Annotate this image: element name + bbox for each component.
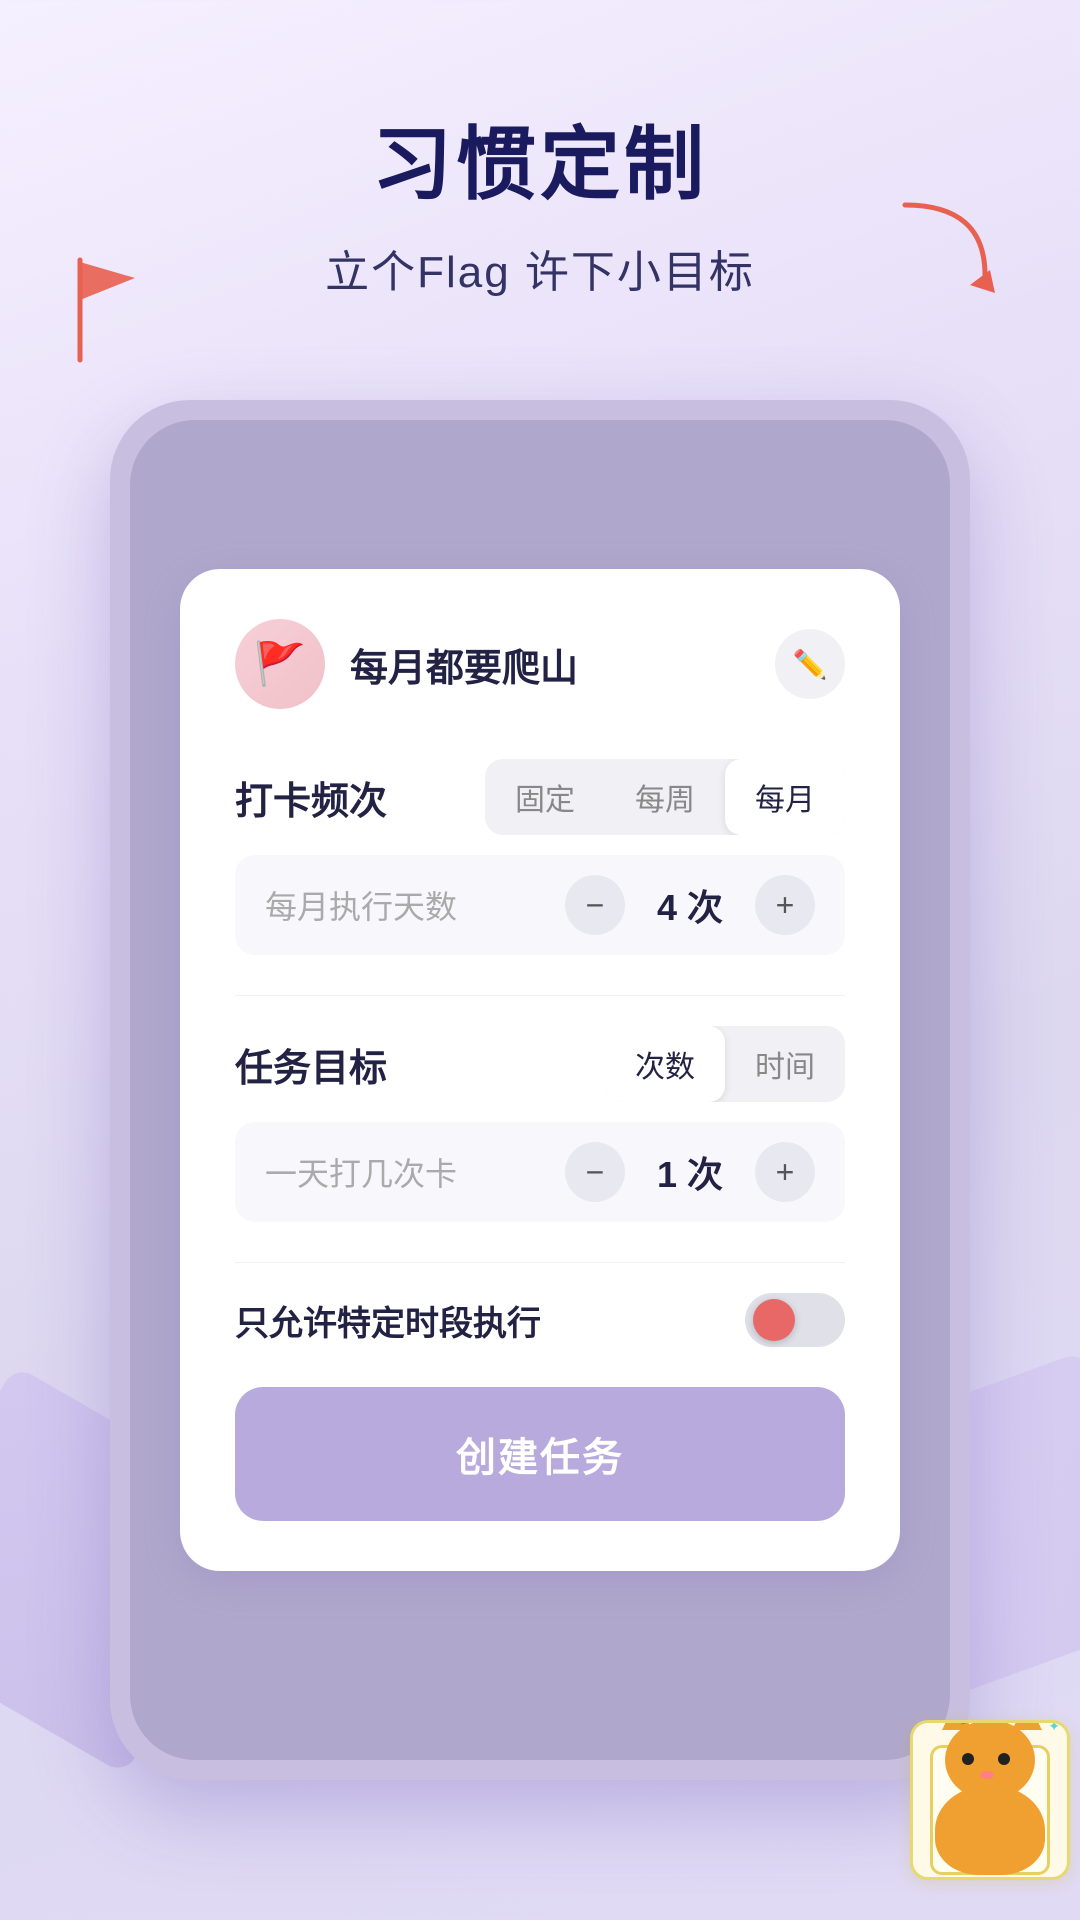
monthly-days-controls: − 4 次 + (565, 875, 815, 935)
time-limit-row: 只允许特定时段执行 (235, 1293, 845, 1347)
create-task-button[interactable]: 创建任务 (235, 1387, 845, 1521)
monthly-days-plus[interactable]: + (755, 875, 815, 935)
daily-count-minus[interactable]: − (565, 1142, 625, 1202)
task-goal-count[interactable]: 次数 (605, 1026, 725, 1102)
toggle-knob (753, 1299, 795, 1341)
frequency-label: 打卡频次 (235, 770, 387, 825)
deco-arrow (885, 185, 1015, 320)
monthly-days-row: 每月执行天数 − 4 次 + (235, 855, 845, 955)
phone-inner: 🚩 每月都要爬山 ✏️ 打卡频次 固定 每周 每月 (130, 420, 950, 1760)
frequency-options: 固定 每周 每月 (485, 759, 845, 835)
daily-count-value: 1 次 (650, 1146, 730, 1198)
task-goal-options: 次数 时间 (605, 1026, 845, 1102)
daily-count-row: 一天打几次卡 − 1 次 + (235, 1122, 845, 1222)
time-limit-toggle[interactable] (745, 1293, 845, 1347)
habit-card: 🚩 每月都要爬山 ✏️ 打卡频次 固定 每周 每月 (180, 569, 900, 1571)
habit-icon: 🚩 (235, 619, 325, 709)
divider-2 (235, 1262, 845, 1263)
frequency-weekly[interactable]: 每周 (605, 759, 725, 835)
task-goal-section: 任务目标 次数 时间 一天打几次卡 − 1 次 + (235, 1026, 845, 1222)
frequency-fixed[interactable]: 固定 (485, 759, 605, 835)
card-header: 🚩 每月都要爬山 ✏️ (235, 619, 845, 709)
time-limit-label: 只允许特定时段执行 (235, 1296, 541, 1345)
task-goal-row: 任务目标 次数 时间 (235, 1026, 845, 1102)
daily-count-plus[interactable]: + (755, 1142, 815, 1202)
monthly-days-label: 每月执行天数 (265, 882, 457, 928)
frequency-monthly[interactable]: 每月 (725, 759, 845, 835)
daily-count-label: 一天打几次卡 (265, 1149, 457, 1195)
monthly-days-minus[interactable]: − (565, 875, 625, 935)
divider-1 (235, 995, 845, 996)
deco-flag (55, 240, 155, 375)
task-goal-time[interactable]: 时间 (725, 1026, 845, 1102)
daily-count-controls: − 1 次 + (565, 1142, 815, 1202)
frequency-row: 打卡频次 固定 每周 每月 (235, 759, 845, 835)
edit-button[interactable]: ✏️ (775, 629, 845, 699)
phone-mockup: 🚩 每月都要爬山 ✏️ 打卡频次 固定 每周 每月 (110, 400, 970, 1780)
cat-decoration-frame: ✓ ✦ ✦ (910, 1720, 1070, 1880)
monthly-days-value: 4 次 (650, 879, 730, 931)
edit-icon: ✏️ (793, 648, 828, 681)
task-goal-label: 任务目标 (235, 1037, 387, 1092)
card-header-left: 🚩 每月都要爬山 (235, 619, 578, 709)
habit-name: 每月都要爬山 (350, 637, 578, 692)
frequency-section: 打卡频次 固定 每周 每月 每月执行天数 − 4 次 (235, 759, 845, 955)
